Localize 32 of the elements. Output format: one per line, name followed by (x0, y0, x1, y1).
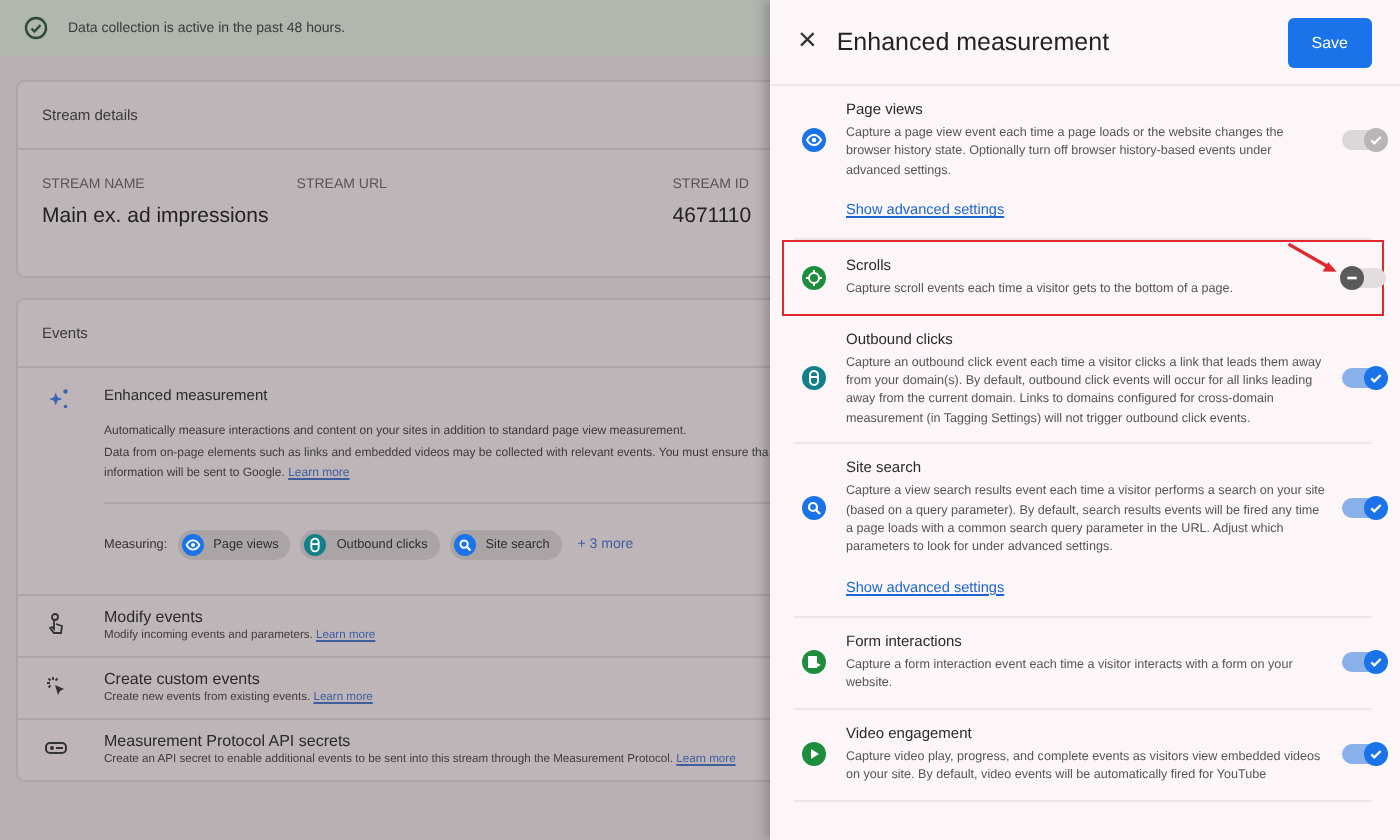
mouse-icon (802, 366, 826, 391)
form-icon (802, 650, 826, 675)
check-icon (1368, 654, 1384, 671)
close-button[interactable]: × (790, 24, 825, 60)
check-icon (1368, 746, 1384, 763)
cursor-click-icon (44, 674, 68, 698)
row-title: Measurement Protocol API secrets (104, 731, 353, 749)
search-icon (453, 533, 476, 555)
key-icon (44, 736, 68, 760)
toggle-switch[interactable] (1342, 744, 1386, 765)
crosshair-icon (802, 265, 826, 290)
toggle-switch[interactable] (1342, 498, 1386, 519)
eye-icon (802, 128, 826, 153)
check-icon (1368, 500, 1384, 517)
eye-icon (181, 533, 204, 555)
mouse-icon (304, 533, 327, 555)
sparkle-icon (46, 386, 72, 412)
panel-title: Enhanced measurement (836, 28, 1112, 56)
check-circle-icon (24, 16, 48, 40)
toggle-switch[interactable] (1342, 652, 1386, 673)
check-icon (1368, 132, 1384, 149)
play-icon (802, 742, 826, 767)
row-title: Create custom events (104, 669, 262, 687)
field-value: Main ex. ad impressions (42, 204, 271, 228)
save-button[interactable]: Save (1287, 17, 1372, 67)
hand-pointer-icon (44, 612, 68, 636)
check-icon (1368, 370, 1384, 387)
search-icon (802, 496, 826, 521)
toggle-switch[interactable] (1342, 267, 1386, 288)
row-title: Modify events (104, 607, 205, 625)
toggle-switch[interactable] (1342, 368, 1386, 389)
field-value: 4671110 (672, 204, 754, 228)
